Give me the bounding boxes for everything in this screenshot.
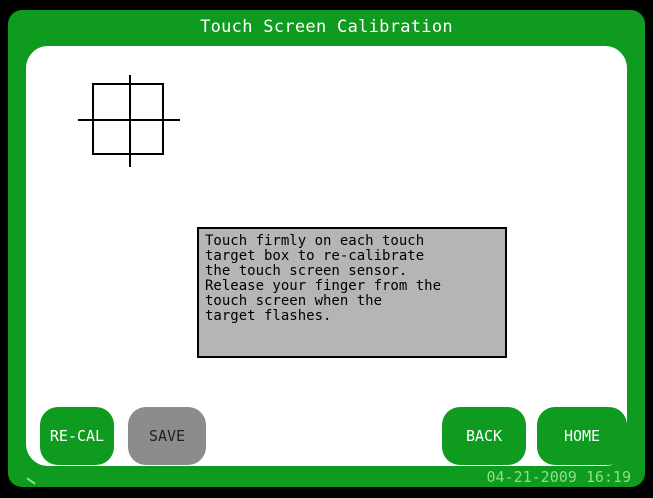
instruction-message: Touch firmly on each touch target box to…: [197, 227, 507, 358]
page-title: Touch Screen Calibration: [200, 17, 453, 37]
save-button[interactable]: SAVE: [128, 407, 206, 465]
device-frame: Touch Screen Calibration Touch firmly on…: [8, 10, 645, 487]
calibration-screen: Touch Screen Calibration Touch firmly on…: [0, 0, 653, 498]
recal-button[interactable]: RE-CAL: [40, 407, 114, 465]
calibration-panel: Touch firmly on each touch target box to…: [26, 46, 627, 466]
corner-mark: [26, 477, 36, 485]
back-button[interactable]: BACK: [442, 407, 526, 465]
crosshair-vertical-line: [129, 75, 131, 167]
home-button[interactable]: HOME: [537, 407, 627, 465]
status-datetime: 04-21-2009 16:19: [486, 468, 632, 486]
